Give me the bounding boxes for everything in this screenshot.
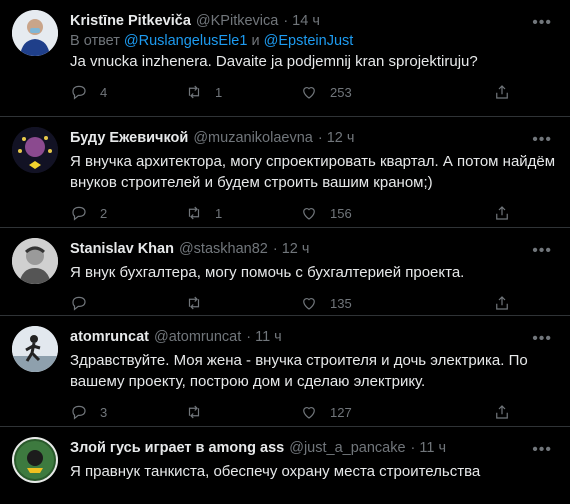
avatar-image-icon xyxy=(12,437,58,483)
retweet-icon xyxy=(188,206,200,220)
retweet-button[interactable] xyxy=(185,403,300,421)
author-handle[interactable]: @KPitkevica xyxy=(196,13,278,29)
avatar[interactable] xyxy=(12,326,58,372)
tweet-actions: 4 1 253 xyxy=(70,72,558,112)
retweet-button[interactable] xyxy=(185,294,300,312)
tweet-text: Я внук бухгалтера, могу помочь с бухгалт… xyxy=(70,264,465,281)
share-button[interactable] xyxy=(493,294,523,312)
reply-count: 3 xyxy=(100,404,108,420)
author-handle[interactable]: @atomruncat xyxy=(154,329,241,345)
share-button[interactable] xyxy=(493,204,523,222)
reply-button[interactable] xyxy=(70,294,185,312)
retweet-icon xyxy=(188,85,200,99)
avatar-image-icon xyxy=(12,326,58,372)
reply-mention-2[interactable]: @EpsteinJust xyxy=(264,33,354,49)
like-button[interactable]: 127 xyxy=(300,403,415,421)
like-count: 127 xyxy=(330,404,352,420)
more-options-icon[interactable]: ••• xyxy=(532,330,552,348)
retweet-button[interactable]: 1 xyxy=(185,83,300,101)
share-icon xyxy=(496,85,508,99)
avatar[interactable] xyxy=(12,238,58,284)
tweet-time[interactable]: · 12 ч xyxy=(273,241,310,257)
tweet-actions: 3 127 xyxy=(70,392,558,432)
like-button[interactable]: 253 xyxy=(300,83,415,101)
tweet[interactable]: Stanislav Khan @staskhan82 · 12 ч ••• Я … xyxy=(0,228,570,316)
tweet[interactable]: Kristīne Pitkeviča @KPitkevica · 14 ч ••… xyxy=(0,0,570,117)
reply-prefix: В ответ xyxy=(70,33,120,49)
author-name[interactable]: atomruncat xyxy=(70,329,149,345)
tweet-actions: 2 1 156 xyxy=(70,193,558,233)
tweet-text: Здравствуйте. Моя жена - внучка строител… xyxy=(70,352,528,390)
share-button[interactable] xyxy=(493,403,523,421)
more-options-icon[interactable]: ••• xyxy=(532,242,552,260)
tweet[interactable]: Буду Ежевичкой @muzanikolaevna · 12 ч ••… xyxy=(0,117,570,228)
tweet-text: Ja vnucka inzhenera. Davaite ja podjemni… xyxy=(70,53,478,70)
tweet-time[interactable]: · 14 ч xyxy=(283,13,320,29)
author-name[interactable]: Буду Ежевичкой xyxy=(70,130,188,146)
share-button[interactable] xyxy=(493,83,523,101)
author-name[interactable]: Злой гусь играет в among ass xyxy=(70,440,284,456)
share-icon xyxy=(496,296,508,310)
like-count: 156 xyxy=(330,205,352,221)
reply-button[interactable]: 4 xyxy=(70,83,185,101)
author-handle[interactable]: @staskhan82 xyxy=(179,241,268,257)
avatar[interactable] xyxy=(12,127,58,173)
tweet-text: Я внучка архитектора, могу спроектироват… xyxy=(70,153,556,191)
retweet-button[interactable]: 1 xyxy=(185,204,300,222)
reply-icon xyxy=(72,206,86,221)
heart-icon xyxy=(303,407,315,419)
reply-mention-1[interactable]: @RuslangelusEle1 xyxy=(124,33,248,49)
avatar-image-icon xyxy=(12,127,58,173)
like-button[interactable]: 156 xyxy=(300,204,415,222)
retweet-count: 1 xyxy=(215,205,223,221)
more-options-icon[interactable]: ••• xyxy=(532,14,552,32)
retweet-icon xyxy=(188,296,200,310)
share-icon xyxy=(496,206,508,220)
tweet-time[interactable]: · 12 ч xyxy=(318,130,355,146)
more-options-icon[interactable]: ••• xyxy=(532,441,552,459)
tweet-text: Я правнук танкиста, обеспечу охрану мест… xyxy=(70,463,481,480)
tweet-time[interactable]: · 11 ч xyxy=(246,329,282,345)
reply-count: 2 xyxy=(100,205,108,221)
reply-button[interactable]: 2 xyxy=(70,204,185,222)
reply-icon xyxy=(72,85,86,100)
avatar-image-icon xyxy=(12,238,58,284)
retweet-icon xyxy=(188,405,200,419)
reply-icon xyxy=(72,296,86,311)
like-count: 253 xyxy=(330,84,352,100)
like-count: 135 xyxy=(330,295,352,311)
author-handle[interactable]: @muzanikolaevna xyxy=(193,130,313,146)
avatar[interactable] xyxy=(12,10,58,56)
tweet[interactable]: Злой гусь играет в among ass @just_a_pan… xyxy=(0,427,570,504)
author-handle[interactable]: @just_a_pancake xyxy=(289,440,405,456)
reply-and: и xyxy=(251,33,260,49)
author-name[interactable]: Kristīne Pitkeviča xyxy=(70,13,191,29)
heart-icon xyxy=(303,208,315,220)
avatar[interactable] xyxy=(12,437,58,483)
reply-icon xyxy=(72,405,86,420)
tweet-time[interactable]: · 11 ч xyxy=(411,440,447,456)
reply-button[interactable]: 3 xyxy=(70,403,185,421)
share-icon xyxy=(496,405,508,419)
author-name[interactable]: Stanislav Khan xyxy=(70,241,174,257)
more-options-icon[interactable]: ••• xyxy=(532,131,552,149)
tweet[interactable]: atomruncat @atomruncat · 11 ч ••• Здравс… xyxy=(0,316,570,427)
reply-count: 4 xyxy=(100,84,108,100)
like-button[interactable]: 135 xyxy=(300,294,415,312)
avatar-image-icon xyxy=(12,10,58,56)
heart-icon xyxy=(303,87,315,99)
reply-context: В ответ @RuslangelusEle1 и @EpsteinJust xyxy=(70,33,558,49)
retweet-count: 1 xyxy=(215,84,223,100)
heart-icon xyxy=(303,298,315,310)
